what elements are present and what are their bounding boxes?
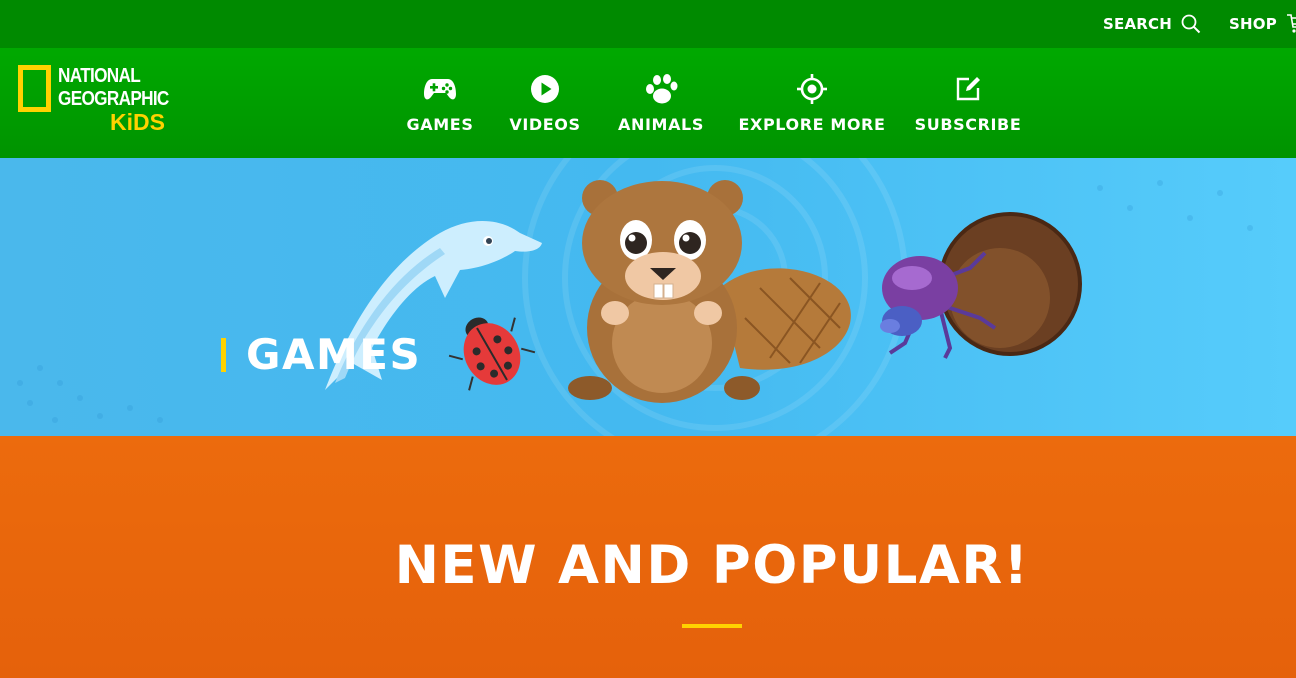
edit-icon bbox=[956, 77, 980, 101]
section-title-underline bbox=[682, 624, 742, 628]
nav-label-explore-more: EXPLORE MORE bbox=[738, 115, 886, 134]
hero-title-accent-bar bbox=[221, 338, 226, 372]
nav-label-videos: VIDEOS bbox=[509, 115, 581, 134]
gamepad-icon bbox=[424, 79, 456, 100]
play-icon bbox=[531, 75, 559, 103]
main-navbar: NATIONAL GEOGRAPHIC KiDS GAMES VIDEOS AN… bbox=[0, 48, 1296, 158]
ladybug-illustration bbox=[448, 317, 536, 391]
top-utility-bar: SEARCH SHOP bbox=[0, 0, 1296, 48]
section-title: NEW AND POPULAR! bbox=[394, 535, 1030, 596]
nav-item-animals[interactable]: ANIMALS bbox=[612, 71, 710, 141]
search-link[interactable]: SEARCH bbox=[1103, 0, 1201, 48]
dung-beetle-illustration bbox=[880, 212, 1082, 359]
new-and-popular-section: NEW AND POPULAR! bbox=[0, 436, 1296, 678]
nav-item-games[interactable]: GAMES bbox=[400, 71, 480, 141]
target-icon bbox=[797, 74, 827, 104]
games-hero-banner: GAMES bbox=[0, 158, 1296, 436]
nav-item-explore-more[interactable]: EXPLORE MORE bbox=[736, 71, 888, 141]
logo-text-national: NATIONAL bbox=[58, 65, 141, 87]
nav-label-subscribe: SUBSCRIBE bbox=[914, 115, 1022, 134]
logo-yellow-frame bbox=[18, 65, 51, 112]
nav-item-subscribe[interactable]: SUBSCRIBE bbox=[912, 71, 1024, 141]
shop-label: SHOP bbox=[1229, 15, 1277, 33]
logo-text-kids: KiDS bbox=[110, 109, 165, 135]
hero-illustration bbox=[17, 158, 1253, 436]
beaver-illustration bbox=[568, 180, 851, 403]
search-label: SEARCH bbox=[1103, 15, 1172, 33]
paw-icon bbox=[646, 74, 678, 104]
nav-item-videos[interactable]: VIDEOS bbox=[505, 71, 585, 141]
nav-label-animals: ANIMALS bbox=[618, 115, 704, 134]
cart-icon bbox=[1286, 14, 1296, 33]
hero-title-text: GAMES bbox=[246, 330, 422, 379]
logo-text-geographic: GEOGRAPHIC bbox=[58, 88, 169, 110]
shop-link[interactable]: SHOP bbox=[1229, 0, 1296, 48]
nav-label-games: GAMES bbox=[406, 115, 474, 134]
hero-title: GAMES bbox=[221, 330, 421, 380]
natgeo-kids-logo[interactable]: NATIONAL GEOGRAPHIC KiDS bbox=[18, 63, 188, 139]
search-icon bbox=[1181, 14, 1201, 34]
